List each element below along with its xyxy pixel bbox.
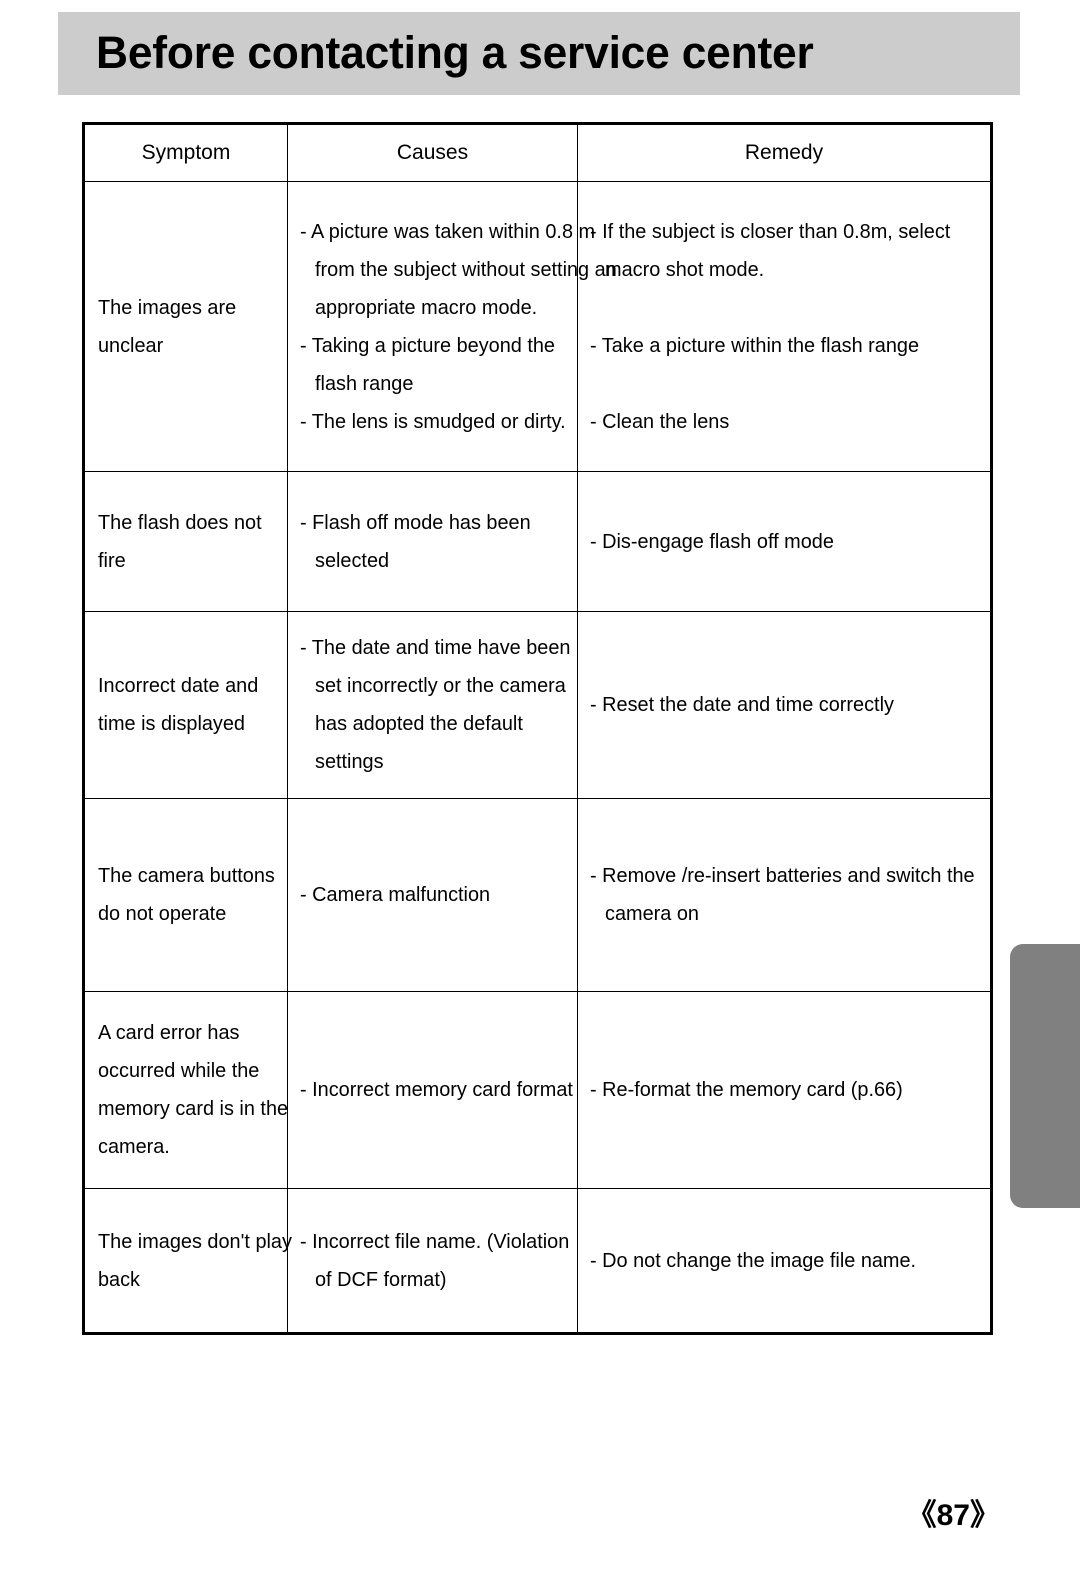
- text-line: do not operate: [98, 902, 227, 925]
- bullet-item: - If the subject is closer than 0.8m, se…: [590, 213, 976, 289]
- column-header-remedy: Remedy: [577, 122, 993, 182]
- cell-remedy: - Reset the date and time correctly: [577, 611, 993, 799]
- text-line: - The lens is smudged or dirty.: [300, 409, 566, 433]
- bullet-item: - Flash off mode has been selected: [300, 504, 563, 580]
- cell-symptom: Incorrect date and time is displayed: [82, 611, 288, 799]
- text-line: - Incorrect memory card format: [300, 1078, 573, 1101]
- column-header-symptom: Symptom: [82, 122, 288, 182]
- table-row: Incorrect date and time is displayed - The…: [82, 611, 993, 799]
- table-row: The flash does not fire - Flash off mode h…: [82, 471, 993, 612]
- text-line: camera.: [98, 1135, 170, 1158]
- cell-causes: - A picture was taken within 0.8 m from t…: [287, 181, 617, 472]
- text-line: - Clean the lens: [590, 409, 730, 433]
- bullet-item: - Dis-engage flash off mode: [590, 523, 976, 561]
- text-line: - If the subject is closer than 0.8m, se…: [590, 219, 951, 243]
- text-line: fire: [98, 548, 126, 572]
- text-line: - Taking a picture beyond the: [300, 333, 556, 357]
- text-line: The camera buttons: [98, 864, 275, 887]
- text-line: - Do not change the image file name.: [590, 1248, 917, 1272]
- bullet-item: - The date and time have been set incorre…: [300, 629, 571, 781]
- table-body: The images are unclear - A picture was tak…: [82, 181, 993, 1335]
- table-row: A card error has occurred while the memory…: [82, 991, 993, 1189]
- text-line: - Take a picture within the flash range: [590, 333, 920, 357]
- cell-symptom: The images don't play back: [82, 1188, 292, 1335]
- chapter-side-tab: [1010, 944, 1080, 1208]
- text-line: has adopted the default: [315, 712, 523, 735]
- cell-remedy: - Do not change the image file name.: [577, 1188, 993, 1335]
- text-line: settings: [315, 750, 384, 773]
- bullet-spacer: [590, 365, 976, 403]
- cell-remedy: - Dis-engage flash off mode: [577, 471, 993, 612]
- text-line: unclear: [98, 333, 164, 357]
- text-line: flash range: [315, 371, 414, 395]
- bullet-item: - Camera malfunction: [300, 876, 563, 914]
- bullet-item: - Do not change the image file name.: [590, 1242, 976, 1280]
- text-line: - Re-format the memory card (p.66): [590, 1078, 903, 1101]
- cell-causes: - Incorrect memory card format: [287, 991, 578, 1189]
- text-line: - Reset the date and time correctly: [590, 693, 894, 716]
- bullet-item: - Incorrect memory card format: [300, 1071, 573, 1109]
- text-line: The flash does not: [98, 510, 262, 534]
- bullet-item: - Incorrect file name. (Violation of DCF …: [300, 1223, 570, 1299]
- text-line: - Flash off mode has been: [300, 510, 531, 534]
- bullet-item: - The lens is smudged or dirty.: [300, 403, 566, 441]
- table-header-row: Symptom Causes Remedy: [82, 122, 993, 182]
- table-row: The images don't play back - Incorrect fil…: [82, 1188, 993, 1335]
- bullet-item: - Reset the date and time correctly: [590, 686, 976, 724]
- bullet-item: - Taking a picture beyond the flash range: [300, 327, 563, 403]
- bullet-item: - Remove /re-insert batteries and switch…: [590, 857, 976, 933]
- cell-remedy: - Remove /re-insert batteries and switch…: [577, 798, 993, 992]
- cell-symptom: A card error has occurred while the memory…: [82, 991, 289, 1189]
- cell-symptom: The flash does not fire: [82, 471, 288, 612]
- cell-causes: - The date and time have been set incorre…: [287, 611, 578, 799]
- text-line: camera on: [605, 902, 699, 925]
- cell-causes: - Camera malfunction: [287, 798, 578, 992]
- text-line: macro shot mode.: [605, 257, 765, 281]
- page-title: Before contacting a service center: [96, 27, 814, 78]
- bullet-item: - Clean the lens: [590, 403, 976, 441]
- text-line: set incorrectly or the camera: [315, 674, 566, 697]
- bullet-item: - Re-format the memory card (p.66): [590, 1071, 976, 1109]
- text-line: time is displayed: [98, 712, 246, 735]
- text-line: appropriate macro mode.: [315, 295, 538, 319]
- page-number: 《87》: [906, 1499, 1000, 1532]
- text-line: occurred while the: [98, 1059, 260, 1082]
- bullet-spacer: [590, 289, 976, 327]
- cell-symptom: The images are unclear: [82, 181, 288, 472]
- table-row: The images are unclear - A picture was tak…: [82, 181, 993, 472]
- cell-remedy: - If the subject is closer than 0.8m, se…: [577, 181, 993, 472]
- text-line: - The date and time have been: [300, 636, 571, 659]
- table-header: Symptom Causes Remedy: [82, 122, 993, 182]
- text-line: back: [98, 1267, 141, 1291]
- text-line: selected: [315, 548, 390, 572]
- column-header-causes: Causes: [287, 122, 578, 182]
- text-line: of DCF format): [315, 1267, 447, 1291]
- text-line: The images are: [98, 295, 237, 319]
- text-line: memory card is in the: [98, 1097, 289, 1120]
- cell-symptom: The camera buttons do not operate: [82, 798, 288, 992]
- text-line: - Camera malfunction: [300, 883, 491, 906]
- bullet-item: - A picture was taken within 0.8 m from t…: [300, 213, 617, 327]
- text-line: - Remove /re-insert batteries and switch…: [590, 864, 975, 887]
- bullet-item: - Take a picture within the flash range: [590, 327, 976, 365]
- text-line: - Dis-engage flash off mode: [590, 529, 834, 553]
- text-line: Incorrect date and: [98, 674, 259, 697]
- text-line: from the subject without setting an: [315, 257, 617, 281]
- cell-causes: - Incorrect file name. (Violation of DCF …: [287, 1188, 578, 1335]
- table-row: The camera buttons do not operate - Camera…: [82, 798, 993, 992]
- text-line: - A picture was taken within 0.8 m: [300, 219, 596, 243]
- text-line: - Incorrect file name. (Violation: [300, 1229, 570, 1253]
- troubleshooting-table: Symptom Causes Remedy The images are uncl…: [82, 122, 993, 1335]
- text-line: A card error has: [98, 1021, 240, 1044]
- text-line: The images don't play: [98, 1229, 292, 1253]
- cell-remedy: - Re-format the memory card (p.66): [577, 991, 993, 1189]
- cell-causes: - Flash off mode has been selected: [287, 471, 578, 612]
